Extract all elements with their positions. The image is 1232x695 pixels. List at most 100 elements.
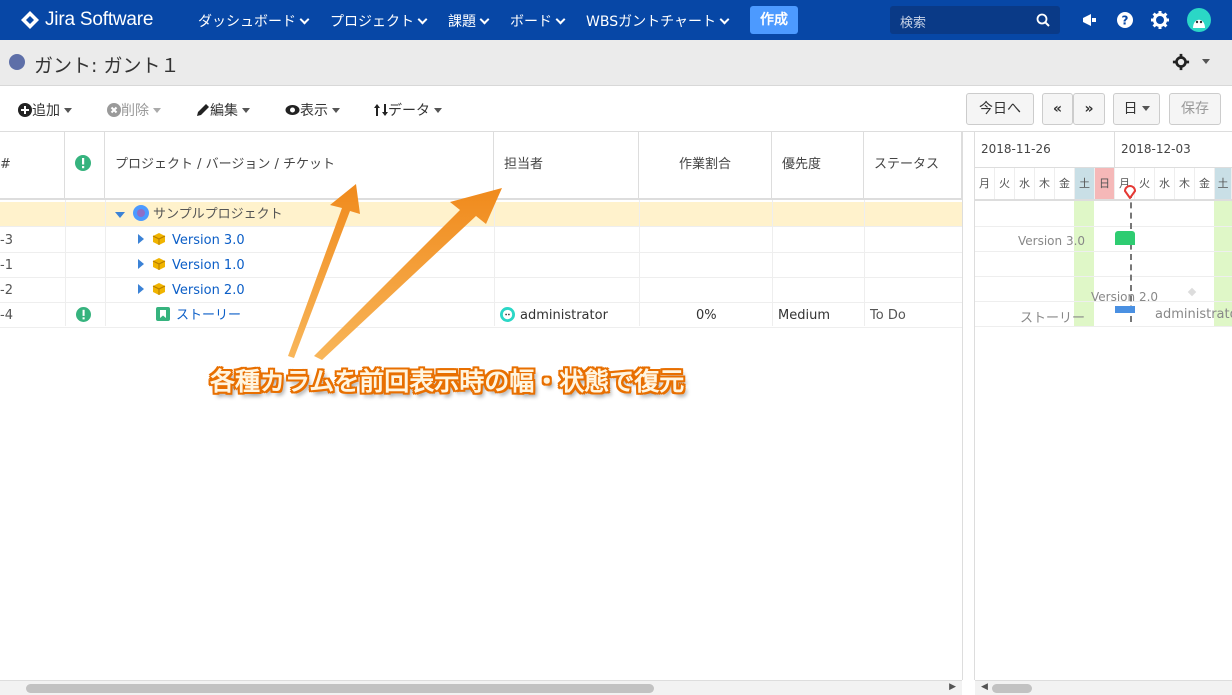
collapse-toggle-icon[interactable] bbox=[115, 212, 125, 218]
nav-boards[interactable]: ボード bbox=[510, 11, 566, 31]
scroll-left-icon[interactable]: ◀ bbox=[981, 682, 988, 692]
gear-icon bbox=[1172, 53, 1190, 71]
scale-dropdown[interactable]: 日 bbox=[1113, 93, 1160, 125]
gantt-chart: 2018-11-26 2018-12-03 月 火 水 木 金 土 日 月 火 … bbox=[975, 132, 1232, 680]
prev-button[interactable]: « bbox=[1042, 93, 1073, 125]
row-key: -2 bbox=[0, 283, 13, 298]
day-header: 木 bbox=[1175, 168, 1195, 200]
search-placeholder: 検索 bbox=[900, 16, 927, 31]
top-nav: Jira Software ダッシュボード プロジェクト 課題 ボード WBSガ… bbox=[0, 0, 1232, 40]
col-status-header[interactable]: ステータス bbox=[864, 132, 962, 200]
page-settings-menu[interactable] bbox=[1172, 53, 1211, 71]
grid-horizontal-scrollbar[interactable]: ▶ bbox=[0, 680, 962, 695]
col-progress-header[interactable]: 作業割合 bbox=[639, 132, 772, 200]
chevron-down-icon bbox=[299, 14, 310, 25]
avatar[interactable] bbox=[1187, 8, 1211, 32]
gantt-row-line bbox=[975, 326, 1232, 327]
version-link[interactable]: Version 3.0 bbox=[172, 233, 245, 248]
nav-dashboard-label: ダッシュボード bbox=[198, 14, 296, 30]
search-input[interactable]: 検索 bbox=[890, 6, 1060, 34]
version-bar[interactable] bbox=[1115, 231, 1135, 245]
data-label: データ bbox=[388, 103, 430, 119]
caret-down-icon bbox=[332, 108, 340, 113]
gantt-horizontal-scrollbar[interactable]: ◀ bbox=[975, 680, 1232, 695]
col-divider bbox=[65, 200, 66, 326]
version-cell: Version 3.0 bbox=[138, 228, 245, 253]
gantt-row-line bbox=[975, 226, 1232, 227]
today-button[interactable]: 今日へ bbox=[966, 93, 1034, 125]
project-cell: サンプルプロジェクト bbox=[115, 202, 283, 227]
next-button[interactable]: » bbox=[1073, 93, 1105, 125]
assignee-name: administrator bbox=[520, 308, 608, 323]
nav-dashboard[interactable]: ダッシュボード bbox=[198, 11, 310, 31]
delete-button[interactable]: 削除 bbox=[107, 100, 161, 120]
edit-button[interactable]: 編集 bbox=[196, 100, 250, 120]
scroll-thumb[interactable] bbox=[992, 684, 1032, 693]
chevron-down-icon bbox=[719, 14, 730, 25]
priority-cell: Medium bbox=[778, 308, 830, 323]
scroll-right-icon[interactable]: ▶ bbox=[949, 682, 956, 692]
col-priority-header[interactable]: 優先度 bbox=[772, 132, 864, 200]
save-button[interactable]: 保存 bbox=[1169, 93, 1221, 125]
project-avatar-icon bbox=[133, 205, 149, 221]
alert-cell bbox=[76, 303, 91, 328]
create-button[interactable]: 作成 bbox=[750, 6, 798, 34]
settings-icon[interactable] bbox=[1150, 10, 1170, 30]
day-header: 水 bbox=[1155, 168, 1175, 200]
nav-wbs-gantt-label: WBSガントチャート bbox=[586, 14, 716, 30]
col-alert-header[interactable] bbox=[65, 132, 105, 200]
expand-toggle-icon[interactable] bbox=[138, 259, 144, 269]
gantt-bar-label: administrator bbox=[1155, 307, 1232, 322]
nav-projects[interactable]: プロジェクト bbox=[330, 11, 428, 31]
megaphone-icon[interactable] bbox=[1080, 10, 1100, 30]
row-key: -4 bbox=[0, 308, 13, 323]
status-cell: To Do bbox=[870, 308, 906, 323]
page-header: ガント: ガント１ bbox=[0, 40, 1232, 86]
exclamation-icon bbox=[76, 307, 91, 322]
gantt-project-icon bbox=[9, 54, 25, 70]
col-divider bbox=[105, 200, 106, 326]
caret-down-icon bbox=[1202, 58, 1211, 64]
task-bar[interactable] bbox=[1115, 306, 1135, 313]
day-header: 土 bbox=[1075, 168, 1095, 200]
col-key-header[interactable]: # bbox=[0, 132, 65, 200]
annotation-arrows bbox=[288, 184, 502, 360]
nav-wbs-gantt[interactable]: WBSガントチャート bbox=[586, 11, 730, 31]
ticket-link[interactable]: ストーリー bbox=[176, 308, 241, 323]
scroll-thumb[interactable] bbox=[26, 684, 654, 693]
week-label: 2018-11-26 bbox=[981, 142, 1051, 156]
day-header: 火 bbox=[995, 168, 1015, 200]
jira-logo[interactable]: Jira Software bbox=[20, 8, 153, 32]
search-icon bbox=[1036, 13, 1050, 27]
chevron-down-icon bbox=[417, 14, 428, 25]
data-button[interactable]: データ bbox=[374, 100, 442, 120]
chevron-down-icon bbox=[479, 14, 490, 25]
day-header: 日 bbox=[1095, 168, 1115, 200]
gantt-bar-label: ストーリー bbox=[1020, 311, 1086, 326]
version-cell: Version 1.0 bbox=[138, 253, 245, 278]
view-button[interactable]: 表示 bbox=[285, 100, 340, 120]
gantt-row-line bbox=[975, 276, 1232, 277]
x-circle-icon bbox=[107, 103, 121, 117]
week-label: 2018-12-03 bbox=[1121, 142, 1191, 156]
help-icon[interactable]: ? bbox=[1115, 10, 1135, 30]
caret-down-icon bbox=[153, 108, 161, 113]
caret-down-icon bbox=[242, 108, 250, 113]
add-label: 追加 bbox=[32, 103, 60, 119]
caret-down-icon bbox=[434, 108, 442, 113]
nav-boards-label: ボード bbox=[510, 14, 552, 30]
expand-toggle-icon[interactable] bbox=[138, 284, 144, 294]
version-link[interactable]: Version 1.0 bbox=[172, 258, 245, 273]
pane-splitter[interactable] bbox=[962, 132, 963, 680]
progress-cell: 0% bbox=[696, 308, 717, 323]
day-header: 火 bbox=[1135, 168, 1155, 200]
nav-issues[interactable]: 課題 bbox=[448, 11, 490, 31]
week-header: 2018-11-26 2018-12-03 bbox=[975, 132, 1232, 200]
annotation-caption: 各種カラムを前回表示時の幅・状態で復元 bbox=[210, 367, 685, 396]
page-title: ガント: ガント１ bbox=[34, 55, 180, 77]
version-link[interactable]: Version 2.0 bbox=[172, 283, 245, 298]
expand-toggle-icon[interactable] bbox=[138, 234, 144, 244]
add-button[interactable]: 追加 bbox=[18, 100, 72, 120]
milestone-diamond-icon[interactable] bbox=[1187, 287, 1197, 297]
version-box-icon bbox=[152, 283, 166, 295]
